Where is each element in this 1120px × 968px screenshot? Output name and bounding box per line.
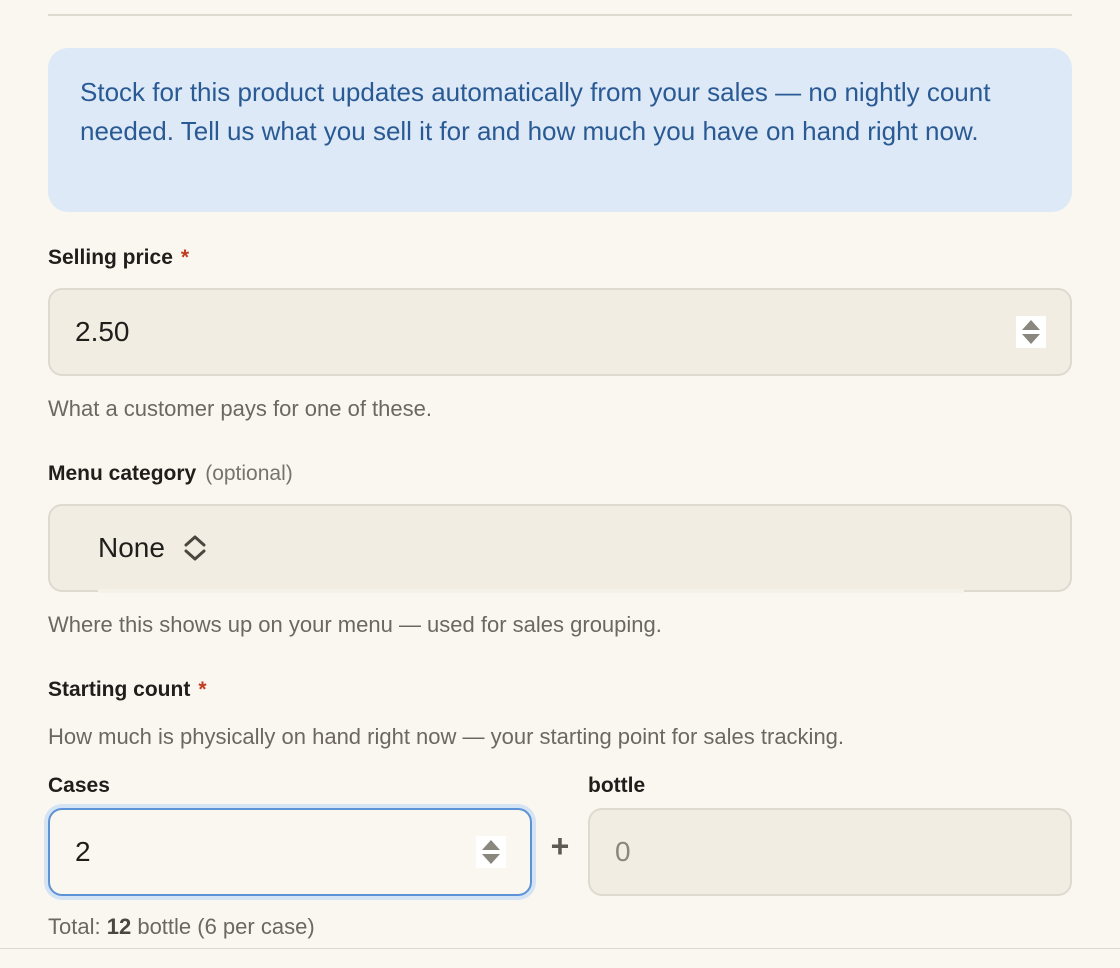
selling-price-help: What a customer pays for one of these.: [48, 396, 432, 421]
total-summary: Total: 12 bottle (6 per case): [48, 914, 315, 940]
starting-count-help: How much is physically on hand right now…: [48, 724, 845, 749]
total-prefix: Total:: [48, 914, 101, 939]
selling-price-value: 2.50: [75, 316, 130, 347]
chevron-up-down-icon: [184, 535, 206, 561]
cases-label: Cases: [48, 774, 110, 797]
select-underline: [98, 589, 964, 593]
bottom-divider: [0, 948, 1120, 949]
spinner-arrows-icon[interactable]: [476, 836, 506, 868]
decrement-arrow-icon[interactable]: [482, 854, 500, 864]
starting-count-label: Starting count *: [48, 678, 207, 702]
total-value: 12: [106, 914, 132, 939]
selling-price-label-text: Selling price: [48, 246, 173, 269]
spinner-arrows-icon[interactable]: [1016, 316, 1046, 348]
selling-price-input[interactable]: 2.50: [48, 288, 1072, 376]
starting-count-label-text: Starting count: [48, 678, 191, 701]
selling-price-label: Selling price *: [48, 246, 189, 270]
increment-arrow-icon[interactable]: [1022, 320, 1040, 330]
required-marker: *: [198, 678, 207, 701]
increment-arrow-icon[interactable]: [482, 840, 500, 850]
menu-category-label-text: Menu category: [48, 462, 197, 485]
decrement-arrow-icon[interactable]: [1022, 334, 1040, 344]
required-marker: *: [180, 246, 190, 269]
plus-sign: +: [550, 828, 570, 864]
bottle-placeholder: 0: [615, 836, 631, 867]
menu-category-help: Where this shows up on your menu — used …: [48, 612, 662, 637]
menu-category-label: Menu category (optional): [48, 462, 293, 486]
menu-category-selected-value: None: [98, 532, 165, 563]
bottle-label: bottle: [588, 774, 646, 797]
menu-category-select[interactable]: None: [48, 504, 1072, 592]
total-suffix: bottle (6 per case): [137, 914, 315, 939]
cases-value: 2: [75, 836, 91, 867]
top-divider: [48, 14, 1072, 16]
bottle-input[interactable]: 0: [588, 808, 1072, 896]
optional-tag: (optional): [205, 462, 293, 485]
cases-input[interactable]: 2: [48, 808, 532, 896]
info-notice: Stock for this product updates automatic…: [48, 48, 1072, 212]
